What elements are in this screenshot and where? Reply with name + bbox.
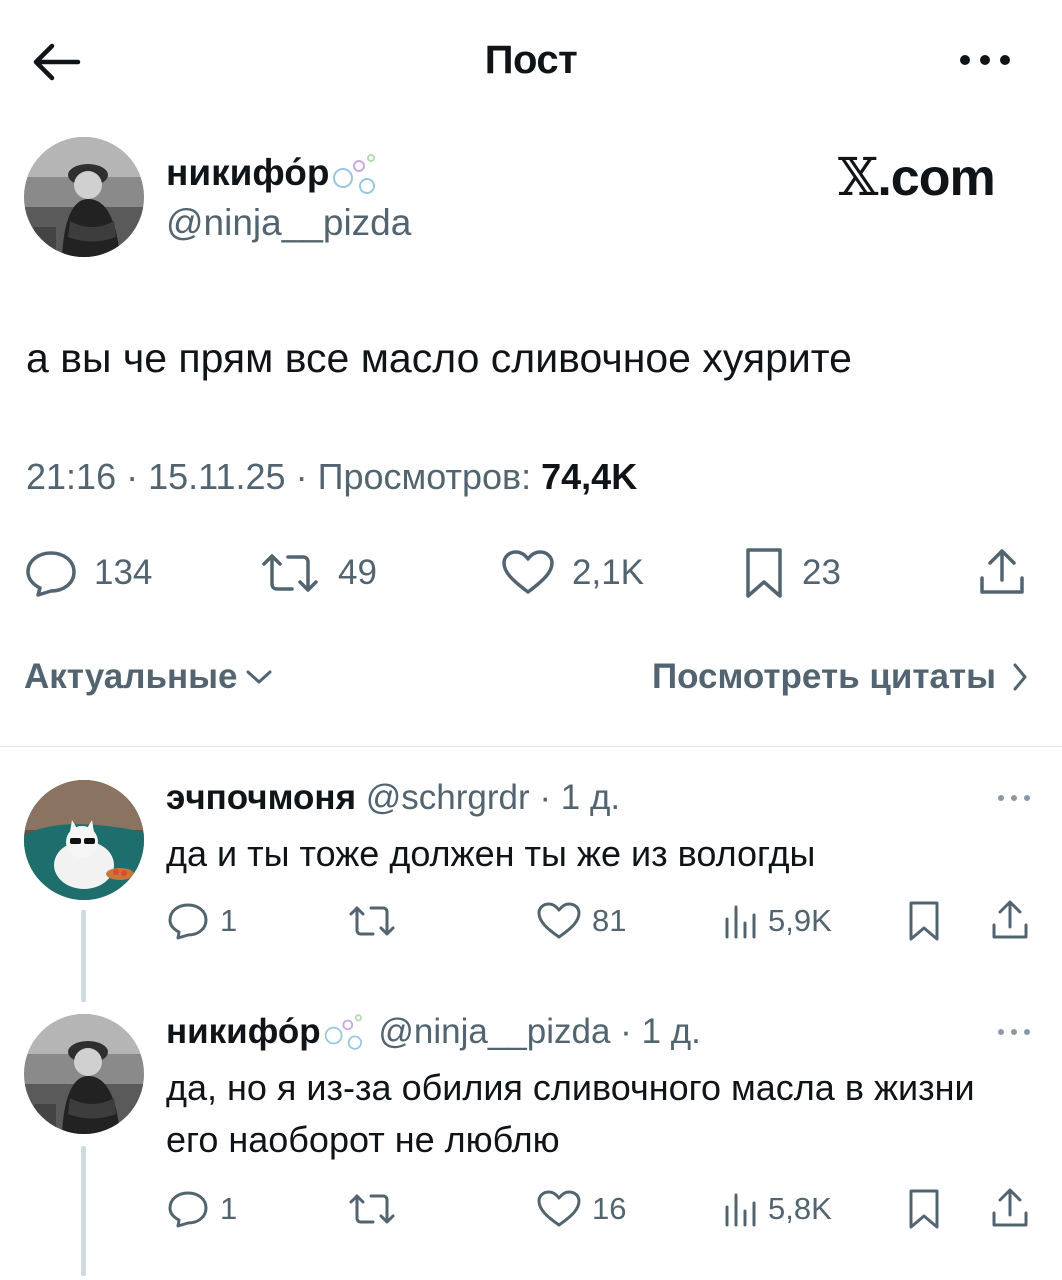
reply-button[interactable]: 134	[24, 543, 152, 603]
ellipsis-icon	[960, 55, 1010, 65]
share-button[interactable]	[976, 543, 1028, 603]
reply-like-count: 81	[592, 903, 627, 938]
repost-icon	[262, 554, 318, 592]
reply-share-button[interactable]	[990, 896, 1030, 946]
reply-like-button[interactable]: 81	[536, 896, 626, 946]
author-avatar[interactable]	[24, 137, 144, 257]
heart-icon	[502, 550, 554, 594]
cat-avatar-photo	[24, 780, 144, 900]
share-icon	[980, 549, 1024, 594]
like-button[interactable]: 2,1K	[500, 543, 644, 603]
comment-icon	[168, 903, 208, 940]
bubbles-emoji-icon	[331, 152, 383, 205]
brand-suffix: .com	[877, 149, 995, 207]
heart-icon	[537, 902, 581, 939]
analytics-icon	[725, 1193, 756, 1227]
share-icon	[992, 900, 1028, 939]
reply-views-count: 5,8K	[768, 1191, 832, 1226]
author-name-text: никифо́р	[166, 152, 330, 193]
reply-more-button[interactable]	[992, 788, 1036, 808]
reply-views-button[interactable]: 5,8K	[722, 1184, 832, 1234]
views-count: 74,4K	[541, 456, 638, 497]
reply-header: эчпочмоня @schrgrdr · 1 д.	[166, 778, 620, 818]
view-quotes-link[interactable]: Посмотреть цитаты	[652, 657, 1030, 697]
avatar-photo	[24, 1014, 144, 1134]
bookmark-count: 23	[802, 553, 841, 592]
reply-author-name[interactable]: никифо́р	[166, 1012, 321, 1051]
bookmark-icon	[909, 901, 939, 941]
page-title: Пост	[484, 38, 578, 82]
reply-text: да и ты тоже должен ты же из вологды	[166, 833, 816, 874]
repost-icon	[349, 906, 395, 936]
repost-icon	[349, 1194, 395, 1224]
reply-author-name[interactable]: эчпочмоня	[166, 778, 356, 817]
reply-age[interactable]: 1 д.	[561, 778, 620, 817]
reply-reply-button[interactable]: 1	[166, 896, 237, 946]
post-time[interactable]: 21:16	[26, 456, 116, 497]
thread-line	[81, 1146, 86, 1276]
reply-share-button[interactable]	[990, 1184, 1030, 1234]
post-meta: 21:16 · 15.11.25 · Просмотров: 74,4K	[26, 456, 638, 497]
reply-more-button[interactable]	[992, 1022, 1036, 1042]
brand-watermark: 𝕏.com	[838, 148, 996, 208]
post-text: а вы че прям все масло сливочное хуярите	[26, 335, 852, 381]
heart-icon	[537, 1190, 581, 1227]
author-name[interactable]: никифо́р	[166, 152, 383, 205]
reply-author-handle[interactable]: @ninja__pizda	[378, 1012, 610, 1051]
ellipsis-icon	[998, 795, 1030, 801]
share-icon	[992, 1188, 1028, 1227]
analytics-icon	[725, 905, 756, 939]
reply-author-handle[interactable]: @schrgrdr	[366, 778, 530, 817]
reply-count: 134	[94, 553, 153, 592]
reply-repost-button[interactable]	[346, 1184, 398, 1234]
reply-views-button[interactable]: 5,9K	[722, 896, 832, 946]
repost-count: 49	[338, 553, 377, 592]
reply-bookmark-button[interactable]	[906, 1184, 942, 1234]
more-options-button[interactable]	[950, 40, 1020, 80]
bookmark-button[interactable]: 23	[742, 543, 841, 603]
reply-like-count: 16	[592, 1191, 627, 1226]
reply-reply-count: 1	[220, 1191, 238, 1226]
reply-text: да, но я из-за обилия сливочного масла в…	[166, 1067, 975, 1160]
reply-age[interactable]: 1 д.	[642, 1012, 701, 1051]
quotes-label: Посмотреть цитаты	[651, 657, 996, 696]
reply-reply-button[interactable]: 1	[166, 1184, 237, 1234]
sort-replies-toggle[interactable]: Актуальные	[24, 657, 274, 697]
reply-views-count: 5,9K	[768, 903, 832, 938]
avatar-photo	[24, 137, 144, 257]
reply-reply-count: 1	[220, 903, 238, 938]
bubbles-emoji-icon	[323, 1012, 369, 1061]
bookmark-icon	[746, 548, 782, 598]
reply-avatar[interactable]	[24, 1014, 144, 1134]
thread-line	[81, 910, 86, 1002]
views-label: Просмотров:	[317, 456, 532, 497]
like-count: 2,1K	[572, 553, 644, 592]
meta-separator: ·	[529, 778, 561, 817]
ellipsis-icon	[998, 1029, 1030, 1035]
reply-avatar[interactable]	[24, 780, 144, 900]
reply-repost-button[interactable]	[346, 896, 398, 946]
chevron-right-icon	[1013, 663, 1027, 691]
sort-label: Актуальные	[24, 657, 238, 696]
comment-icon	[168, 1191, 208, 1228]
author-handle[interactable]: @ninja__pizda	[166, 202, 411, 244]
divider	[0, 746, 1062, 747]
meta-separator: ·	[610, 1012, 642, 1051]
x-logo-icon: 𝕏	[838, 148, 878, 208]
reply-like-button[interactable]: 16	[536, 1184, 626, 1234]
comment-icon	[26, 551, 76, 597]
reply-bookmark-button[interactable]	[906, 896, 942, 946]
repost-button[interactable]: 49	[258, 543, 377, 603]
bookmark-icon	[909, 1189, 939, 1229]
post-date[interactable]: 15.11.25	[148, 456, 285, 497]
chevron-down-icon	[246, 670, 272, 684]
reply-header: никифо́р @ninja__pizda · 1 д.	[166, 1012, 701, 1061]
